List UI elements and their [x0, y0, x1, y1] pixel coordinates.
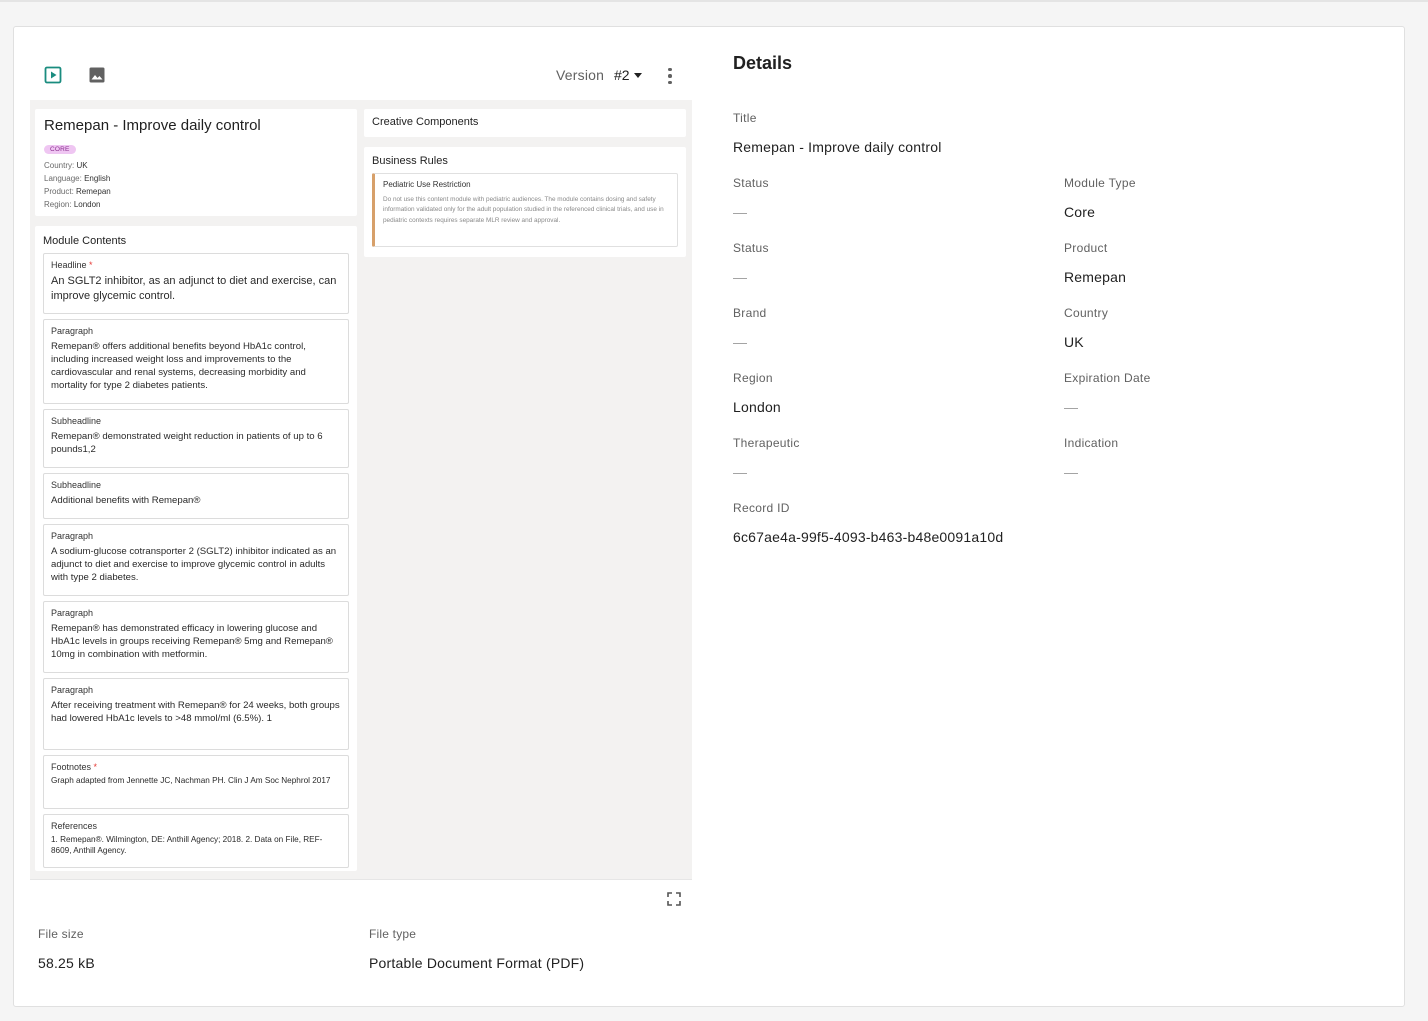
caret-down-icon — [633, 72, 642, 78]
business-rule-card: Pediatric Use Restriction Do not use thi… — [372, 173, 678, 247]
version-value: #2 — [614, 67, 630, 83]
content-item-paragraph: Paragraph After receiving treatment with… — [43, 678, 349, 750]
preview-toolbar: Version #2 — [30, 60, 692, 90]
field-region: Region London — [733, 371, 781, 415]
module-meta: Remepan - Improve daily control CORE Cou… — [35, 109, 357, 216]
content-item-references: References 1. Remepan®. Wilmington, DE: … — [43, 814, 349, 868]
meta-language: Language: English — [44, 174, 111, 183]
rule-title: Pediatric Use Restriction — [383, 180, 471, 189]
core-badge: CORE — [44, 145, 76, 154]
module-contents-title: Module Contents — [43, 235, 127, 247]
version-label: Version — [556, 67, 605, 83]
top-divider — [0, 0, 1428, 2]
details-title: Details — [733, 53, 793, 73]
content-item-headline: Headline * An SGLT2 inhibitor, as an adj… — [43, 253, 349, 314]
fullscreen-icon[interactable] — [667, 892, 681, 906]
field-title: Title Remepan - Improve daily control — [733, 111, 942, 155]
content-item-footnotes: Footnotes * Graph adapted from Jennette … — [43, 755, 349, 809]
more-options-icon[interactable] — [662, 65, 678, 87]
file-type: File type Portable Document Format (PDF) — [369, 927, 585, 971]
content-item-paragraph: Paragraph A sodium-glucose cotransporter… — [43, 524, 349, 596]
field-status: Status — — [733, 176, 769, 220]
meta-country: Country: UK — [44, 161, 88, 170]
content-item-subheadline: Subheadline Remepan® demonstrated weight… — [43, 409, 349, 468]
preview-right-column: Creative Components Business Rules Pedia… — [364, 109, 686, 257]
image-icon[interactable] — [86, 64, 108, 86]
field-module-type: Module Type Core — [1064, 176, 1136, 220]
field-status: Status — — [733, 241, 769, 285]
business-rules: Business Rules Pediatric Use Restriction… — [364, 147, 686, 257]
meta-product: Product: Remepan — [44, 187, 111, 196]
field-country: Country UK — [1064, 306, 1109, 350]
creative-components-title: Creative Components — [364, 109, 686, 137]
preview-left-column: Remepan - Improve daily control CORE Cou… — [35, 109, 357, 871]
rule-text: Do not use this content module with pedi… — [383, 196, 664, 224]
version-select[interactable]: #2 — [614, 67, 642, 83]
file-size: File size 58.25 kB — [38, 927, 95, 971]
content-item-subheadline: Subheadline Additional benefits with Rem… — [43, 473, 349, 519]
field-therapeutic: Therapeutic — — [733, 436, 800, 480]
document-preview: Remepan - Improve daily control CORE Cou… — [30, 100, 692, 880]
meta-region: Region: London — [44, 200, 101, 209]
field-brand: Brand — — [733, 306, 767, 350]
field-indication: Indication — — [1064, 436, 1119, 480]
content-item-paragraph: Paragraph Remepan® offers additional ben… — [43, 319, 349, 404]
field-record-id: Record ID 6c67ae4a-99f5-4093-b463-b48e00… — [733, 501, 1004, 545]
play-icon[interactable] — [42, 64, 64, 86]
module-contents: Module Contents Headline * An SGLT2 inhi… — [35, 226, 357, 871]
field-product: Product Remepan — [1064, 241, 1127, 285]
business-rules-title: Business Rules — [372, 155, 448, 167]
content-item-paragraph: Paragraph Remepan® has demonstrated effi… — [43, 601, 349, 673]
field-expiration-date: Expiration Date — — [1064, 371, 1151, 415]
module-title: Remepan - Improve daily control — [44, 117, 261, 134]
